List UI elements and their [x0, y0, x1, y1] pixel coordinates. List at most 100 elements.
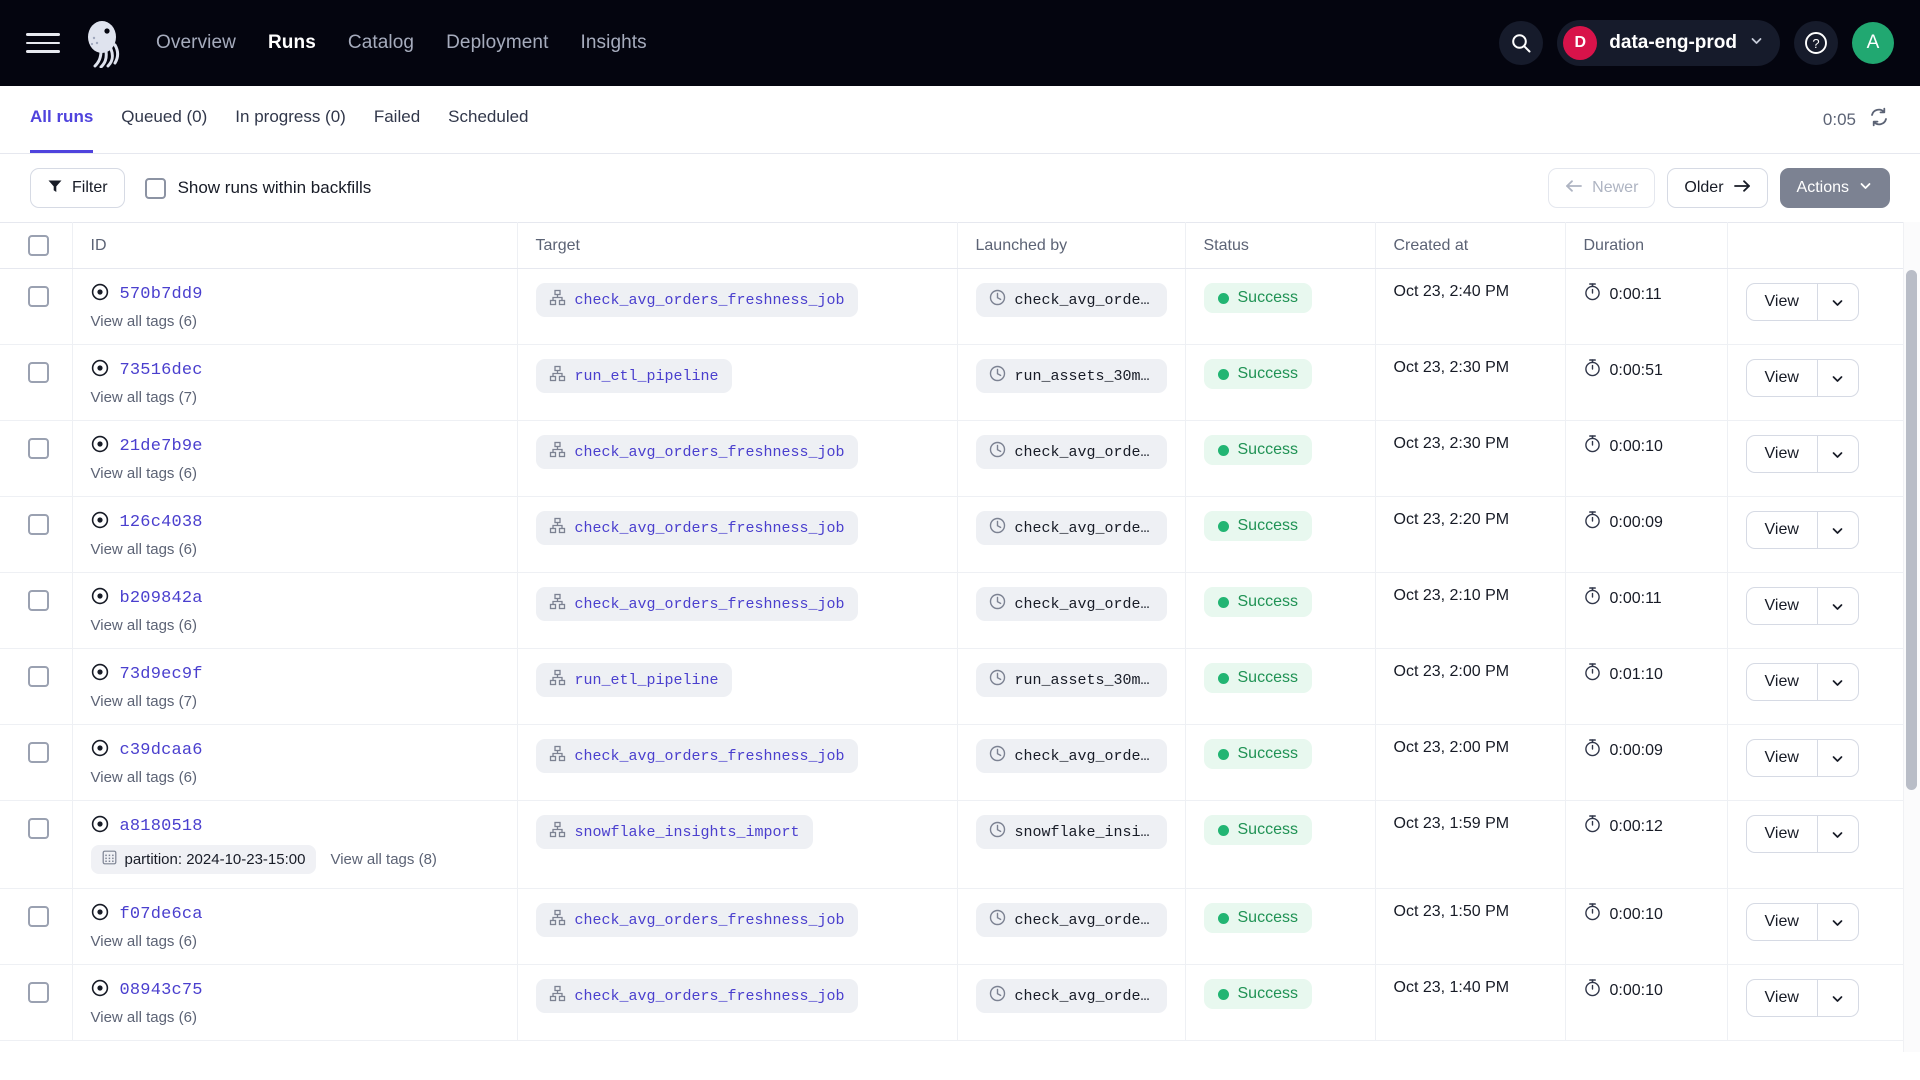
- target-pill[interactable]: run_etl_pipeline: [536, 663, 732, 697]
- nav-link-runs[interactable]: Runs: [268, 32, 316, 54]
- actions-button[interactable]: Actions: [1780, 168, 1890, 208]
- view-button[interactable]: View: [1746, 815, 1817, 853]
- view-all-tags-link[interactable]: View all tags (8): [330, 851, 436, 868]
- partition-tag[interactable]: partition: 2024-10-23-15:00: [91, 845, 317, 874]
- view-dropdown-caret-icon[interactable]: [1817, 663, 1859, 701]
- row-checkbox[interactable]: [28, 590, 49, 611]
- launched-by-pill[interactable]: snowflake_insight…: [976, 815, 1167, 849]
- view-all-tags-link[interactable]: View all tags (6): [91, 769, 197, 786]
- tab-all-runs[interactable]: All runs: [30, 86, 93, 153]
- column-header-id[interactable]: ID: [72, 223, 517, 269]
- filter-button[interactable]: Filter: [30, 168, 125, 208]
- view-all-tags-link[interactable]: View all tags (6): [91, 465, 197, 482]
- view-button[interactable]: View: [1746, 739, 1817, 777]
- table-row[interactable]: 126c4038View all tags (6)check_avg_order…: [0, 497, 1904, 573]
- view-dropdown-caret-icon[interactable]: [1817, 435, 1859, 473]
- launched-by-pill[interactable]: check_avg_order…: [976, 587, 1167, 621]
- tab-in-progress[interactable]: In progress (0): [235, 86, 346, 153]
- launched-by-pill[interactable]: check_avg_order…: [976, 903, 1167, 937]
- nav-link-deployment[interactable]: Deployment: [446, 32, 548, 54]
- status-badge[interactable]: Success: [1204, 283, 1312, 313]
- table-row[interactable]: 570b7dd9 View all tags (6) check_avg_order…: [0, 269, 1904, 345]
- vertical-scrollbar-thumb[interactable]: [1906, 270, 1917, 790]
- view-all-tags-link[interactable]: View all tags (6): [91, 313, 197, 330]
- target-pill[interactable]: check_avg_orders_freshness_job: [536, 511, 858, 545]
- target-pill[interactable]: check_avg_orders_freshness_job: [536, 435, 858, 469]
- launched-by-pill[interactable]: check_avg_order…: [976, 435, 1167, 469]
- target-pill[interactable]: check_avg_orders_freshness_job: [536, 587, 858, 621]
- run-id-link[interactable]: a8180518: [120, 817, 203, 836]
- row-checkbox[interactable]: [28, 438, 49, 459]
- row-checkbox[interactable]: [28, 982, 49, 1003]
- status-badge[interactable]: Success: [1204, 739, 1312, 769]
- status-badge[interactable]: Success: [1204, 359, 1312, 389]
- row-checkbox[interactable]: [28, 906, 49, 927]
- view-dropdown-caret-icon[interactable]: [1817, 359, 1859, 397]
- launched-by-pill[interactable]: check_avg_order…: [976, 283, 1167, 317]
- row-checkbox[interactable]: [28, 286, 49, 307]
- status-badge[interactable]: Success: [1204, 511, 1312, 541]
- launched-by-pill[interactable]: run_assets_30min: [976, 663, 1167, 697]
- row-checkbox[interactable]: [28, 742, 49, 763]
- view-button[interactable]: View: [1746, 663, 1817, 701]
- status-badge[interactable]: Success: [1204, 903, 1312, 933]
- question-circle-icon[interactable]: ?: [1794, 21, 1838, 65]
- tab-failed[interactable]: Failed: [374, 86, 420, 153]
- column-header-duration[interactable]: Duration: [1565, 223, 1727, 269]
- newer-button[interactable]: Newer: [1548, 168, 1655, 208]
- row-checkbox[interactable]: [28, 666, 49, 687]
- tab-queued[interactable]: Queued (0): [121, 86, 207, 153]
- hamburger-menu-icon[interactable]: [26, 26, 60, 60]
- deployment-selector[interactable]: D data-eng-prod: [1557, 20, 1780, 66]
- run-id-link[interactable]: 73d9ec9f: [120, 665, 203, 684]
- view-all-tags-link[interactable]: View all tags (6): [91, 617, 197, 634]
- view-dropdown-caret-icon[interactable]: [1817, 283, 1859, 321]
- run-id-link[interactable]: 21de7b9e: [120, 437, 203, 456]
- view-all-tags-link[interactable]: View all tags (7): [91, 693, 197, 710]
- table-row[interactable]: 08943c75View all tags (6)check_avg_order…: [0, 965, 1904, 1041]
- run-id-link[interactable]: b209842a: [120, 589, 203, 608]
- table-row[interactable]: f07de6caView all tags (6)check_avg_order…: [0, 889, 1904, 965]
- view-button[interactable]: View: [1746, 283, 1817, 321]
- target-pill[interactable]: snowflake_insights_import: [536, 815, 813, 849]
- row-checkbox[interactable]: [28, 362, 49, 383]
- run-id-link[interactable]: 570b7dd9: [120, 285, 203, 304]
- dagster-logo-icon[interactable]: [78, 17, 130, 69]
- status-badge[interactable]: Success: [1204, 435, 1312, 465]
- view-button[interactable]: View: [1746, 435, 1817, 473]
- column-header-launched-by[interactable]: Launched by: [957, 223, 1185, 269]
- view-dropdown-caret-icon[interactable]: [1817, 587, 1859, 625]
- launched-by-pill[interactable]: check_avg_order…: [976, 511, 1167, 545]
- target-pill[interactable]: run_etl_pipeline: [536, 359, 732, 393]
- status-badge[interactable]: Success: [1204, 815, 1312, 845]
- avatar[interactable]: A: [1852, 22, 1894, 64]
- column-header-target[interactable]: Target: [517, 223, 957, 269]
- view-button[interactable]: View: [1746, 979, 1817, 1017]
- target-pill[interactable]: check_avg_orders_freshness_job: [536, 979, 858, 1013]
- target-pill[interactable]: check_avg_orders_freshness_job: [536, 283, 858, 317]
- table-row[interactable]: 73516decView all tags (7)run_etl_pipelin…: [0, 345, 1904, 421]
- nav-link-catalog[interactable]: Catalog: [348, 32, 414, 54]
- status-badge[interactable]: Success: [1204, 979, 1312, 1009]
- target-pill[interactable]: check_avg_orders_freshness_job: [536, 903, 858, 937]
- column-header-status[interactable]: Status: [1185, 223, 1375, 269]
- view-dropdown-caret-icon[interactable]: [1817, 511, 1859, 549]
- search-icon[interactable]: [1499, 21, 1543, 65]
- select-all-checkbox[interactable]: [28, 235, 49, 256]
- table-row[interactable]: c39dcaa6View all tags (6)check_avg_order…: [0, 725, 1904, 801]
- view-dropdown-caret-icon[interactable]: [1817, 903, 1859, 941]
- table-row[interactable]: 21de7b9e View all tags (6) check_avg_order…: [0, 421, 1904, 497]
- row-checkbox[interactable]: [28, 514, 49, 535]
- view-dropdown-caret-icon[interactable]: [1817, 979, 1859, 1017]
- view-button[interactable]: View: [1746, 359, 1817, 397]
- show-backfills-row[interactable]: Show runs within backfills: [145, 178, 372, 199]
- view-all-tags-link[interactable]: View all tags (6): [91, 933, 197, 950]
- table-row[interactable]: b209842a View all tags (6) check_avg_order…: [0, 573, 1904, 649]
- view-all-tags-link[interactable]: View all tags (6): [91, 1009, 197, 1026]
- status-badge[interactable]: Success: [1204, 587, 1312, 617]
- view-dropdown-caret-icon[interactable]: [1817, 739, 1859, 777]
- run-id-link[interactable]: c39dcaa6: [120, 741, 203, 760]
- view-dropdown-caret-icon[interactable]: [1817, 815, 1859, 853]
- view-button[interactable]: View: [1746, 587, 1817, 625]
- status-badge[interactable]: Success: [1204, 663, 1312, 693]
